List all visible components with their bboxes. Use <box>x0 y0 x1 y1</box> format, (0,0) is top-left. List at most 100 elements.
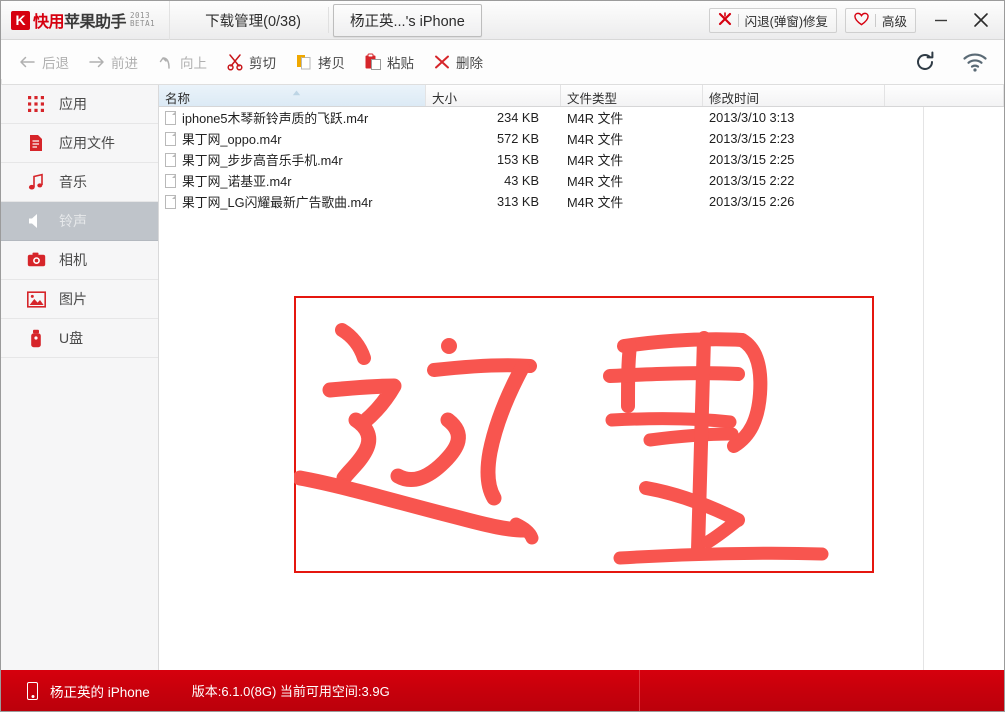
file-type-cell: M4R 文件 <box>567 195 624 210</box>
file-time-cell: 2013/3/15 2:23 <box>709 131 795 146</box>
sidebar-item-usb[interactable]: U盘 <box>1 319 158 358</box>
scissors-icon <box>225 53 244 72</box>
file-name-label: 果丁网_LG闪耀最新广告歌曲.m4r <box>182 195 373 210</box>
sort-ascending-icon <box>292 85 301 96</box>
toolbar-copy-label: 拷贝 <box>318 56 345 71</box>
table-row[interactable]: 果丁网_LG闪耀最新广告歌曲.m4r 313 KB M4R 文件 2013/3/… <box>159 191 1004 212</box>
column-header-size-label: 大小 <box>432 92 458 106</box>
table-row[interactable]: 果丁网_步步高音乐手机.m4r 153 KB M4R 文件 2013/3/15 … <box>159 149 1004 170</box>
tab-separator <box>328 7 329 33</box>
file-list-header: 名称 大小 文件类型 修改时间 <box>159 85 1004 107</box>
toolbar-delete-button[interactable]: 删除 <box>423 47 492 77</box>
toolbar: 后退 前进 向上 剪切 拷贝 粘贴 删除 <box>1 40 1004 124</box>
column-header-filler <box>885 85 1004 106</box>
pill-divider <box>737 13 739 27</box>
file-icon <box>165 110 176 125</box>
crash-fix-label: 闪退(弹窗)修复 <box>744 14 828 29</box>
column-header-type[interactable]: 文件类型 <box>561 85 703 106</box>
toolbar-paste-button[interactable]: 粘贴 <box>354 47 423 77</box>
sidebar-item-label: 铃声 <box>59 213 87 229</box>
file-list-panel: 名称 大小 文件类型 修改时间 iphone5木琴新铃声质的飞跃.m4r 234… <box>159 85 1004 672</box>
column-header-name[interactable]: 名称 <box>159 85 426 106</box>
toolbar-cut-button[interactable]: 剪切 <box>216 47 285 77</box>
tab-device[interactable]: 杨正英...'s iPhone <box>333 3 482 37</box>
minimize-button[interactable] <box>926 5 956 35</box>
title-bar-actions: 闪退(弹窗)修复 高级 <box>701 1 1004 40</box>
tab-download-manager[interactable]: 下载管理(0/38) <box>188 4 318 37</box>
toolbar-right-actions <box>892 45 1004 79</box>
app-logo: K 快用 苹果助手 2013 BETA1 <box>1 1 171 40</box>
toolbar-paste-label: 粘贴 <box>387 56 414 71</box>
advanced-button[interactable]: 高级 <box>844 7 916 33</box>
status-device-name: 杨正英的 iPhone <box>50 684 150 700</box>
file-name-cell: 果丁网_LG闪耀最新广告歌曲.m4r <box>159 192 426 211</box>
back-arrow-icon <box>18 53 37 72</box>
column-header-name-label: 名称 <box>165 92 191 106</box>
file-time-cell: 2013/3/15 2:26 <box>709 194 795 209</box>
file-icon <box>165 194 176 209</box>
speaker-icon <box>25 210 47 232</box>
delete-x-icon <box>432 53 451 72</box>
sidebar-item-label: 相机 <box>59 252 87 268</box>
file-size-cell: 153 KB <box>497 152 539 167</box>
refresh-icon[interactable] <box>908 45 942 79</box>
sidebar-item-ringtones[interactable]: 铃声 <box>1 202 158 241</box>
advanced-label: 高级 <box>881 14 907 29</box>
file-name-cell: iphone5木琴新铃声质的飞跃.m4r <box>159 108 426 127</box>
file-name-cell: 果丁网_oppo.m4r <box>159 129 426 148</box>
toolbar-forward-button[interactable]: 前进 <box>78 47 147 77</box>
file-type-cell: M4R 文件 <box>567 111 624 126</box>
status-bar: 杨正英的 iPhone 版本:6.1.0(8G) 当前可用空间:3.9G <box>1 670 1004 711</box>
sidebar-item-label: 应用 <box>59 96 87 112</box>
apps-grid-icon <box>25 93 47 115</box>
sidebar-item-label: 应用文件 <box>59 135 115 151</box>
toolbar-delete-label: 删除 <box>456 56 483 71</box>
tab-bar: 下载管理(0/38) 杨正英...'s iPhone <box>170 1 492 40</box>
usb-drive-icon <box>25 327 47 349</box>
column-header-time[interactable]: 修改时间 <box>703 85 885 106</box>
toolbar-back-label: 后退 <box>42 56 69 71</box>
toolbar-copy-button[interactable]: 拷贝 <box>285 47 354 77</box>
paste-icon <box>363 53 382 72</box>
toolbar-up-button[interactable]: 向上 <box>147 47 216 77</box>
title-bar: K 快用 苹果助手 2013 BETA1 下载管理(0/38) 杨正英...'s… <box>1 1 1004 40</box>
sidebar-item-label: 音乐 <box>59 174 87 190</box>
sidebar-item-apps[interactable]: 应用 <box>1 85 158 124</box>
file-name-cell: 果丁网_诺基亚.m4r <box>159 171 426 190</box>
table-row[interactable]: 果丁网_诺基亚.m4r 43 KB M4R 文件 2013/3/15 2:22 <box>159 170 1004 191</box>
toolbar-back-button[interactable]: 后退 <box>9 47 78 77</box>
table-row[interactable]: 果丁网_oppo.m4r 572 KB M4R 文件 2013/3/15 2:2… <box>159 128 1004 149</box>
file-size-cell: 572 KB <box>497 131 539 146</box>
music-note-icon <box>25 171 47 193</box>
file-type-cell: M4R 文件 <box>567 132 624 147</box>
crash-fix-button[interactable]: 闪退(弹窗)修复 <box>708 7 837 33</box>
iphone-icon <box>27 681 38 700</box>
column-header-size[interactable]: 大小 <box>426 85 561 106</box>
wifi-icon[interactable] <box>958 45 992 79</box>
file-size-cell: 234 KB <box>497 110 539 125</box>
column-header-time-label: 修改时间 <box>709 92 760 106</box>
column-header-type-label: 文件类型 <box>567 92 618 106</box>
status-device-segment: 杨正英的 iPhone 版本:6.1.0(8G) 当前可用空间:3.9G <box>1 670 640 711</box>
copy-icon <box>294 53 313 72</box>
file-icon <box>165 131 176 146</box>
sidebar-item-photos[interactable]: 图片 <box>1 280 158 319</box>
file-list-body: iphone5木琴新铃声质的飞跃.m4r 234 KB M4R 文件 2013/… <box>159 107 1004 212</box>
sidebar-item-music[interactable]: 音乐 <box>1 163 158 202</box>
file-time-cell: 2013/3/15 2:25 <box>709 152 795 167</box>
close-button[interactable] <box>966 5 996 35</box>
sidebar: 应用 应用文件 音乐 铃声 相机 图片 U盘 <box>1 85 159 672</box>
file-icon <box>165 152 176 167</box>
document-icon <box>25 132 47 154</box>
camera-icon <box>25 249 47 271</box>
crash-fix-icon <box>718 11 732 29</box>
forward-arrow-icon <box>87 53 106 72</box>
table-row[interactable]: iphone5木琴新铃声质的飞跃.m4r 234 KB M4R 文件 2013/… <box>159 107 1004 128</box>
file-name-label: 果丁网_oppo.m4r <box>182 132 282 147</box>
file-time-cell: 2013/3/10 3:13 <box>709 110 795 125</box>
sidebar-item-camera[interactable]: 相机 <box>1 241 158 280</box>
file-name-label: iphone5木琴新铃声质的飞跃.m4r <box>182 111 369 126</box>
sidebar-item-app-files[interactable]: 应用文件 <box>1 124 158 163</box>
file-size-cell: 43 KB <box>504 173 539 188</box>
heart-icon <box>854 12 869 29</box>
